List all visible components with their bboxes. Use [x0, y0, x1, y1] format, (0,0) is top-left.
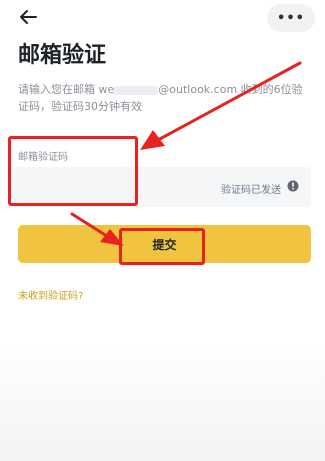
code-sent-status: 验证码已发送: [221, 185, 281, 196]
annotation-box-code-field: [8, 136, 138, 206]
annotation-box-submit: [119, 228, 205, 265]
description-prefix: 请输入您在邮箱 we: [18, 83, 115, 96]
bottom-fade: [0, 341, 325, 461]
info-circle-icon[interactable]: [287, 180, 299, 192]
arrow-left-icon: [20, 10, 37, 24]
resend-code-link[interactable]: 未收到验证码?: [18, 287, 83, 302]
ellipsis-icon: •••: [277, 10, 305, 26]
more-options-button[interactable]: •••: [267, 4, 315, 32]
page-title: 邮箱验证: [18, 43, 107, 68]
back-button[interactable]: [16, 6, 40, 28]
masked-email: [114, 85, 159, 95]
verification-description: 请输入您在邮箱 we @outlook.com 收到的6位验证码，验证码30分钟有…: [18, 81, 313, 115]
